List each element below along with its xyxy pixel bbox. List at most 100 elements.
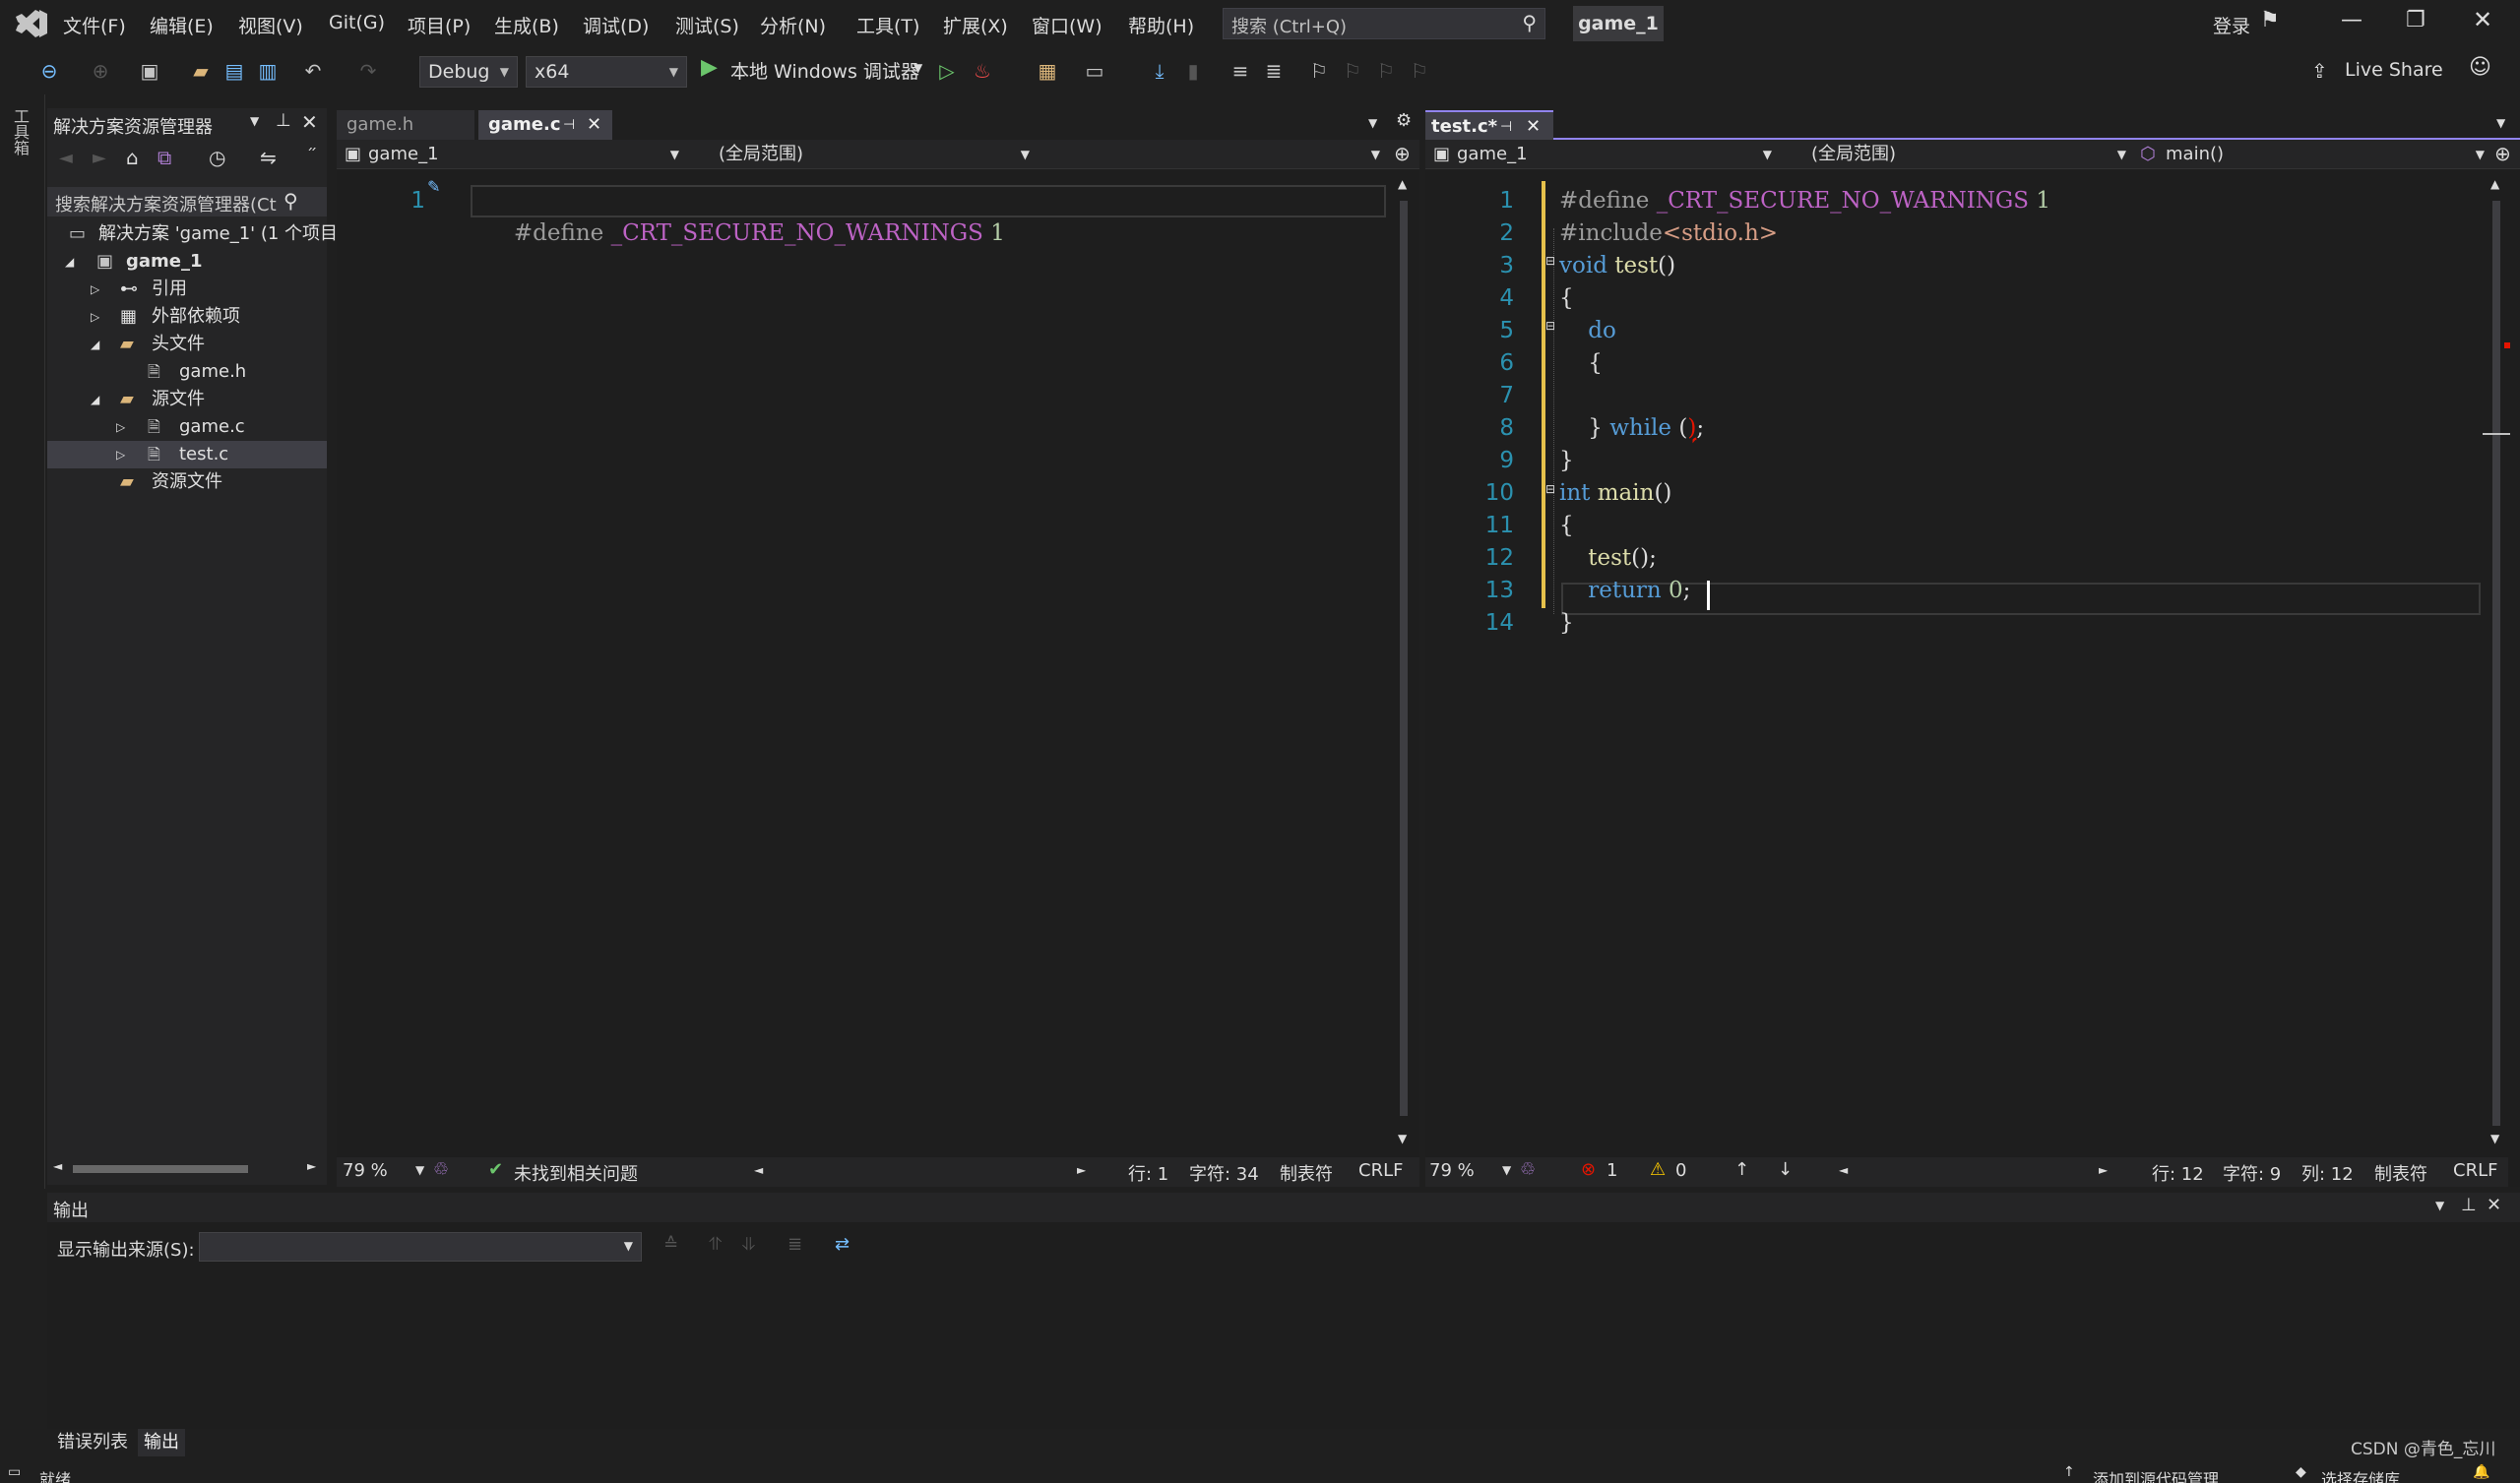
- pin-icon[interactable]: ⊥: [2461, 1195, 2477, 1215]
- intellisense-icon[interactable]: ♲: [1520, 1159, 1536, 1180]
- bookmark-clear-icon[interactable]: ⚐: [1406, 57, 1433, 85]
- pin-icon[interactable]: ⊥: [276, 110, 291, 131]
- left-vertical-scrollbar[interactable]: ▲ ▼: [1390, 171, 1418, 1157]
- back-icon[interactable]: ⊖: [35, 57, 63, 85]
- menu-item[interactable]: 项目(P): [408, 12, 471, 38]
- feedback-icon[interactable]: ☺: [2469, 55, 2491, 80]
- tab-game-c[interactable]: game.c ⊣ ✕: [478, 110, 612, 140]
- scroll-up-icon[interactable]: ▲: [1398, 177, 1407, 191]
- share-icon[interactable]: ⇪: [2311, 59, 2328, 83]
- warning-count[interactable]: 0: [1675, 1160, 1686, 1181]
- word-wrap-icon[interactable]: ⇄: [835, 1234, 850, 1255]
- tab-overflow-icon[interactable]: ▼: [2496, 116, 2505, 130]
- tab-game-h[interactable]: game.h: [337, 110, 474, 140]
- notification-icon[interactable]: 🔔: [2473, 1464, 2489, 1480]
- split-icon[interactable]: ⊕: [2494, 142, 2511, 165]
- tree-test-c[interactable]: ▷ 🗎 test.c: [47, 441, 327, 468]
- menu-item[interactable]: 文件(F): [63, 12, 126, 38]
- search-box[interactable]: 搜索 (Ctrl+Q) ⚲: [1223, 8, 1545, 39]
- menu-item[interactable]: 分析(N): [760, 12, 826, 38]
- scroll-down-icon[interactable]: ▼: [1398, 1132, 1407, 1145]
- scroll-up-icon[interactable]: ▲: [2490, 177, 2499, 191]
- menu-item[interactable]: 工具(T): [856, 12, 919, 38]
- bookmark-prev-icon[interactable]: ⚐: [1339, 57, 1366, 85]
- open-folder-icon[interactable]: ▰: [187, 57, 215, 85]
- row-indicator[interactable]: 行: 1: [1128, 1160, 1168, 1186]
- prev-message-icon[interactable]: ⥣: [709, 1234, 722, 1255]
- menu-item[interactable]: Git(G): [329, 12, 385, 33]
- char-indicator[interactable]: 字符: 34: [1189, 1160, 1259, 1186]
- folder-view-icon[interactable]: ▦: [1034, 57, 1061, 85]
- dropdown-icon[interactable]: ▼: [250, 114, 259, 128]
- undo-icon[interactable]: ↶: [299, 57, 327, 85]
- member-nav-select[interactable]: ▼: [1040, 142, 1386, 167]
- menu-item[interactable]: 帮助(H): [1128, 12, 1194, 38]
- fold-icon[interactable]: ⊟: [1545, 482, 1555, 496]
- scroll-down-icon[interactable]: ▼: [2490, 1132, 2499, 1145]
- switch-view-icon[interactable]: ⧉: [158, 146, 171, 169]
- left-code-area[interactable]: 1 ✎ #define _CRT_SECURE_NO_WARNINGS 1: [337, 171, 1390, 1155]
- login-link[interactable]: 登录: [2213, 12, 2250, 38]
- quick-action-icon[interactable]: ✎: [427, 177, 440, 196]
- redo-icon[interactable]: ↷: [354, 57, 382, 85]
- scroll-thumb[interactable]: [1400, 201, 1408, 1116]
- start-debug-button[interactable]: 本地 Windows 调试器: [730, 57, 919, 84]
- start-without-debug-icon[interactable]: ▷: [933, 57, 961, 85]
- platform-select[interactable]: x64 ▼: [526, 56, 687, 88]
- vs-logo-icon[interactable]: [14, 8, 49, 39]
- scroll-right-icon[interactable]: ►: [307, 1159, 316, 1173]
- tree-source-files[interactable]: ◢ ▰ 源文件: [47, 386, 327, 413]
- fold-icon[interactable]: ⊟: [1545, 254, 1555, 268]
- sync-icon[interactable]: ⇋: [260, 146, 277, 169]
- column-icon[interactable]: ▮: [1179, 57, 1207, 85]
- scroll-thumb[interactable]: [73, 1165, 248, 1173]
- tree-references[interactable]: ▷ ⊷ 引用: [47, 276, 327, 303]
- tab-error-list[interactable]: 错误列表: [51, 1429, 134, 1456]
- minimize-button[interactable]: —: [2341, 8, 2362, 32]
- eol-mode[interactable]: CRLF: [1358, 1160, 1403, 1181]
- menu-item[interactable]: 调试(D): [583, 12, 649, 38]
- project-nav-select[interactable]: ▣ game_1 ▼: [1427, 142, 1778, 167]
- tree-game-c[interactable]: ▷ 🗎 game.c: [47, 413, 327, 441]
- menu-item[interactable]: 生成(B): [494, 12, 559, 38]
- start-debug-icon[interactable]: ▶: [701, 55, 718, 80]
- scroll-left-icon[interactable]: ◄: [1839, 1163, 1848, 1177]
- tree-header-files[interactable]: ◢ ▰ 头文件: [47, 331, 327, 358]
- output-source-select[interactable]: ▼: [199, 1232, 642, 1262]
- fold-icon[interactable]: ⊟: [1545, 319, 1555, 333]
- tree-game-h[interactable]: 🗎 game.h: [47, 358, 327, 386]
- zoom-level[interactable]: 79 %: [343, 1160, 388, 1181]
- menu-item[interactable]: 编辑(E): [150, 12, 214, 38]
- select-repo[interactable]: 选择存储库: [2321, 1466, 2400, 1483]
- tree-project[interactable]: ◢ ▣ game_1: [47, 248, 327, 276]
- tab-mode[interactable]: 制表符: [2374, 1160, 2427, 1186]
- close-tab-icon[interactable]: ✕: [1526, 112, 1541, 142]
- char-indicator[interactable]: 字符: 9: [2223, 1160, 2281, 1186]
- zoom-dropdown-icon[interactable]: ▼: [1502, 1163, 1511, 1177]
- live-share-button[interactable]: Live Share: [2345, 59, 2443, 81]
- bookmark-next-icon[interactable]: ⚐: [1372, 57, 1400, 85]
- intellisense-icon[interactable]: ♲: [433, 1159, 449, 1180]
- close-panel-icon[interactable]: ✕: [2487, 1195, 2501, 1215]
- restore-button[interactable]: ❐: [2406, 8, 2426, 32]
- repo-icon[interactable]: ◆: [2296, 1464, 2306, 1480]
- menu-item[interactable]: 视图(V): [238, 12, 303, 38]
- forward-icon[interactable]: ⊕: [87, 57, 114, 85]
- scroll-right-icon[interactable]: ►: [1077, 1163, 1086, 1177]
- prev-issue-icon[interactable]: ↑: [1734, 1159, 1749, 1180]
- toolbox-tab[interactable]: 工具箱: [10, 108, 32, 155]
- tree-resource-files[interactable]: ▰ 资源文件: [47, 468, 327, 496]
- tab-mode[interactable]: 制表符: [1280, 1160, 1333, 1186]
- new-project-icon[interactable]: ▣: [136, 57, 163, 85]
- pin-tab-icon[interactable]: ⊣: [563, 110, 575, 140]
- close-tab-icon[interactable]: ✕: [587, 110, 601, 140]
- right-code-area[interactable]: 1 2 3 4 5 6 7 8 9 10 11 12 13 14 ⊟ ⊟ ⊟ #define _CRT_S…: [1425, 171, 2483, 1155]
- source-control-icon[interactable]: ↑: [2063, 1464, 2075, 1480]
- outdent-icon[interactable]: ≣: [1260, 57, 1288, 85]
- nav-back-icon[interactable]: ◄: [59, 148, 73, 168]
- error-count[interactable]: 1: [1606, 1160, 1617, 1181]
- tab-test-c[interactable]: test.c* ⊣ ✕: [1425, 110, 1553, 140]
- add-source-control[interactable]: 添加到源代码管理: [2093, 1466, 2219, 1483]
- scroll-right-icon[interactable]: ►: [2099, 1163, 2108, 1177]
- goto-line-icon[interactable]: ≙: [663, 1234, 678, 1255]
